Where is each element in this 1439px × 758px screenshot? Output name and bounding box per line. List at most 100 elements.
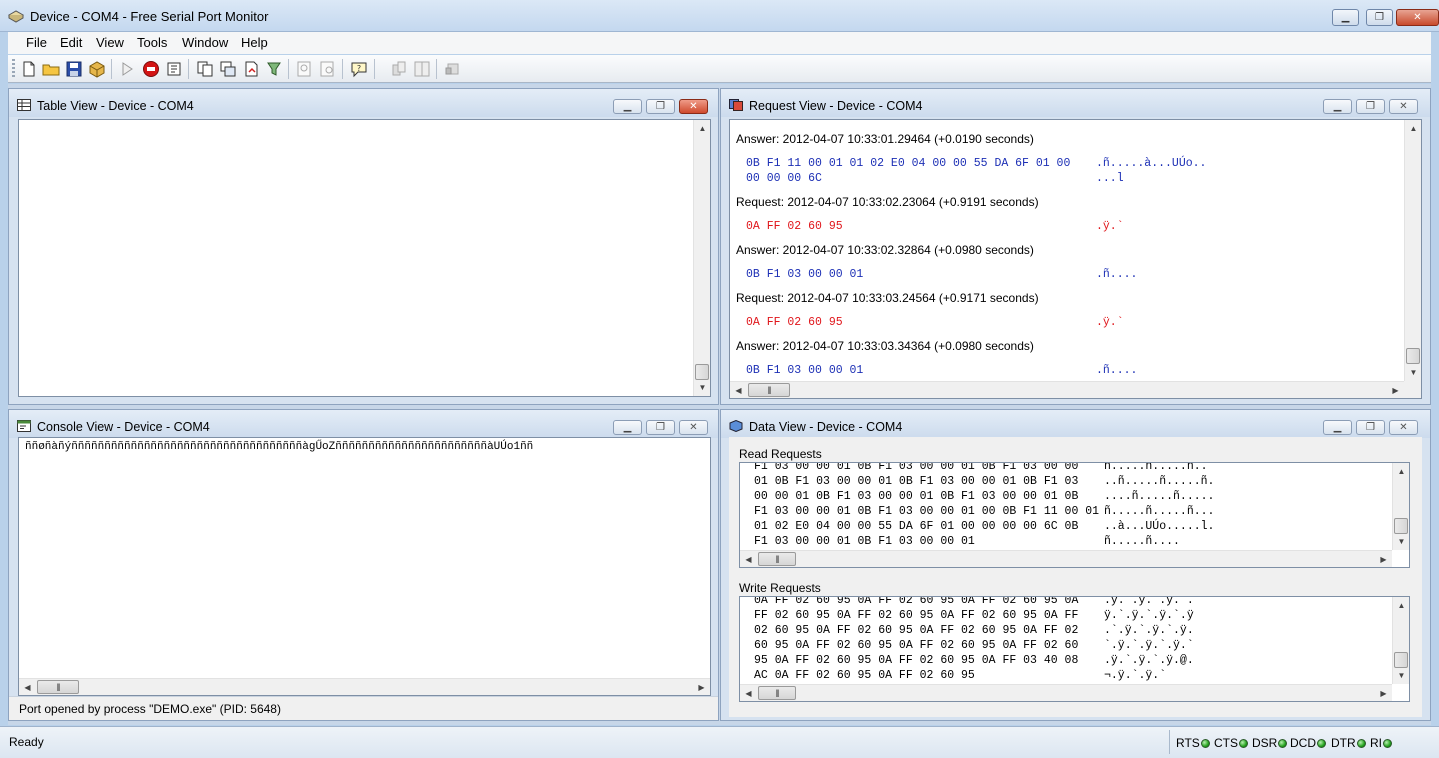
scroll-up-arrow[interactable]: ▲ <box>1393 597 1409 614</box>
toolbar-grip[interactable] <box>12 59 15 79</box>
svg-text:?: ? <box>357 64 361 73</box>
write-requests-horizontal-scrollbar[interactable]: ◀ ||| ▶ <box>740 684 1392 701</box>
request-view-content[interactable]: Answer: 2012-04-07 10:33:01.29464 (+0.01… <box>729 119 1422 399</box>
menu-tools[interactable]: Tools <box>137 35 167 50</box>
maximize-button[interactable]: ❐ <box>1366 9 1393 26</box>
dcd-led-icon <box>1317 739 1326 748</box>
scroll-left-arrow[interactable]: ◀ <box>19 679 36 695</box>
close-button[interactable]: ✕ <box>1396 9 1439 26</box>
dump-hex-line: 60 95 0A FF 02 60 95 0A FF 02 60 95 0A F… <box>754 639 1079 652</box>
zoom-icon[interactable] <box>296 60 314 78</box>
zoom-window-icon[interactable] <box>319 60 337 78</box>
copy-icon[interactable] <box>196 60 214 78</box>
window-titlebar[interactable]: Device - COM4 - Free Serial Port Monitor… <box>0 0 1439 32</box>
minimize-button[interactable]: ▁ <box>1332 9 1359 26</box>
table-view-minimize-button[interactable]: ▁ <box>613 99 642 114</box>
new-session-icon[interactable] <box>20 60 38 78</box>
write-requests-vertical-scrollbar[interactable]: ▲ ▼ <box>1392 597 1409 684</box>
tile-windows-icon[interactable] <box>413 60 431 78</box>
scroll-right-arrow[interactable]: ▶ <box>1375 551 1392 567</box>
read-requests-vertical-scrollbar[interactable]: ▲ ▼ <box>1392 463 1409 550</box>
table-view-titlebar[interactable]: Table View - Device - COM4 ▁ ❐ ✕ <box>9 89 718 117</box>
toolbar-separator <box>374 59 375 79</box>
scroll-left-arrow[interactable]: ◀ <box>740 551 757 567</box>
scroll-up-arrow[interactable]: ▲ <box>1405 120 1421 137</box>
scroll-up-arrow[interactable]: ▲ <box>694 120 710 137</box>
data-view-window[interactable]: Data View - Device - COM4 ▁ ❐ ✕ Read Req… <box>720 409 1431 721</box>
entry-ascii: .ÿ.` <box>1096 316 1124 329</box>
data-view-close-button[interactable]: ✕ <box>1389 420 1418 435</box>
arrange-icons-icon[interactable] <box>444 60 462 78</box>
read-requests-dump[interactable]: F1 03 00 00 01 0B F1 03 00 00 01 0B F1 0… <box>739 462 1410 568</box>
menu-window[interactable]: Window <box>182 35 228 50</box>
filter-icon[interactable] <box>265 60 283 78</box>
table-view-close-button[interactable]: ✕ <box>679 99 708 114</box>
table-view-title: Table View - Device - COM4 <box>37 99 194 113</box>
close-icon: ✕ <box>1413 12 1422 23</box>
console-view-content[interactable]: ññøñàñýñññññññññññññññññññññññññññññññññ… <box>18 437 711 696</box>
scroll-thumb[interactable]: ||| <box>758 686 796 700</box>
scroll-right-arrow[interactable]: ▶ <box>1375 685 1392 701</box>
dump-hex-line: 0A FF 02 60 95 0A FF 02 60 95 0A FF 02 6… <box>754 596 1079 607</box>
scroll-down-arrow[interactable]: ▼ <box>1405 364 1421 381</box>
scroll-thumb[interactable]: ||| <box>758 552 796 566</box>
dump-hex-line: 01 0B F1 03 00 00 01 0B F1 03 00 00 01 0… <box>754 475 1079 488</box>
request-view-close-button[interactable]: ✕ <box>1389 99 1418 114</box>
scroll-thumb[interactable]: ||| <box>37 680 79 694</box>
scroll-left-arrow[interactable]: ◀ <box>730 382 747 398</box>
scroll-down-arrow[interactable]: ▼ <box>1393 667 1409 684</box>
table-view-content[interactable]: ▲ ▼ <box>18 119 711 397</box>
request-view-restore-button[interactable]: ❐ <box>1356 99 1385 114</box>
open-folder-icon[interactable] <box>42 60 60 78</box>
request-view-window[interactable]: Request View - Device - COM4 ▁ ❐ ✕ Answe… <box>720 88 1431 405</box>
menu-help[interactable]: Help <box>241 35 268 50</box>
start-icon[interactable] <box>118 60 136 78</box>
stop-icon[interactable] <box>142 60 160 78</box>
console-horizontal-scrollbar[interactable]: ◀ ||| ▶ <box>19 678 710 695</box>
request-view-vertical-scrollbar[interactable]: ▲ ▼ <box>1404 120 1421 381</box>
console-view-window[interactable]: Console View - Device - COM4 ▁ ❐ ✕ ññøñà… <box>8 409 719 721</box>
rts-led-icon <box>1200 739 1210 748</box>
menu-edit[interactable]: Edit <box>60 35 82 50</box>
console-view-titlebar[interactable]: Console View - Device - COM4 ▁ ❐ ✕ <box>9 410 718 438</box>
scroll-thumb[interactable]: ||| <box>748 383 790 397</box>
data-view-minimize-button[interactable]: ▁ <box>1323 420 1352 435</box>
scroll-thumb[interactable] <box>1394 518 1408 534</box>
request-view-minimize-button[interactable]: ▁ <box>1323 99 1352 114</box>
table-view-vertical-scrollbar[interactable]: ▲ ▼ <box>693 120 710 396</box>
write-requests-dump[interactable]: 0A FF 02 60 95 0A FF 02 60 95 0A FF 02 6… <box>739 596 1410 702</box>
dump-hex-line: 95 0A FF 02 60 95 0A FF 02 60 95 0A FF 0… <box>754 654 1079 667</box>
table-view-restore-button[interactable]: ❐ <box>646 99 675 114</box>
scroll-down-arrow[interactable]: ▼ <box>694 379 710 396</box>
console-view-restore-button[interactable]: ❐ <box>646 420 675 435</box>
session-properties-icon[interactable] <box>165 60 183 78</box>
scroll-left-arrow[interactable]: ◀ <box>740 685 757 701</box>
scroll-right-arrow[interactable]: ▶ <box>693 679 710 695</box>
export-icon[interactable] <box>242 60 260 78</box>
data-view-titlebar[interactable]: Data View - Device - COM4 ▁ ❐ ✕ <box>721 410 1430 438</box>
console-view-minimize-button[interactable]: ▁ <box>613 420 642 435</box>
dsr-led-icon <box>1278 739 1288 748</box>
scroll-thumb[interactable] <box>1406 348 1420 364</box>
scroll-thumb[interactable] <box>1394 652 1408 668</box>
table-view-window[interactable]: Table View - Device - COM4 ▁ ❐ ✕ ▲ ▼ <box>8 88 719 405</box>
scroll-down-arrow[interactable]: ▼ <box>1393 533 1409 550</box>
cascade-windows-icon[interactable] <box>390 60 408 78</box>
menu-file[interactable]: File <box>26 35 47 50</box>
scroll-up-arrow[interactable]: ▲ <box>1393 463 1409 480</box>
multi-window-icon[interactable] <box>219 60 237 78</box>
help-balloon-icon[interactable]: ? <box>350 60 368 78</box>
entry-hex: 0A FF 02 60 95 <box>746 220 843 233</box>
request-view-titlebar[interactable]: Request View - Device - COM4 ▁ ❐ ✕ <box>721 89 1430 117</box>
request-view-horizontal-scrollbar[interactable]: ◀ ||| ▶ <box>730 381 1404 398</box>
read-requests-horizontal-scrollbar[interactable]: ◀ ||| ▶ <box>740 550 1392 567</box>
resize-grip[interactable] <box>1404 381 1421 398</box>
console-view-close-button[interactable]: ✕ <box>679 420 708 435</box>
scroll-right-arrow[interactable]: ▶ <box>1387 382 1404 398</box>
data-view-restore-button[interactable]: ❐ <box>1356 420 1385 435</box>
menu-view[interactable]: View <box>96 35 124 50</box>
package-icon[interactable] <box>88 60 106 78</box>
scroll-thumb[interactable] <box>695 364 709 380</box>
save-icon[interactable] <box>65 60 83 78</box>
signal-dsr: DSR <box>1252 736 1288 750</box>
